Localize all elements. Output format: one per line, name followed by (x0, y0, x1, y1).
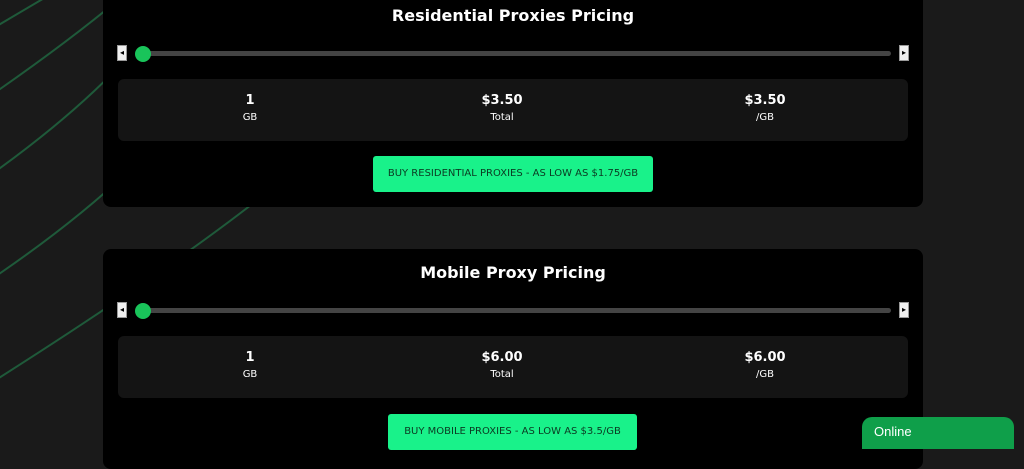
slider-decrement-arrow-icon[interactable]: ◂ (117, 45, 127, 61)
residential-price-summary: 1 GB $3.50 Total $3.50 /GB (118, 79, 908, 141)
residential-pricing-card: Residential Proxies Pricing ◂ ▸ 1 GB $3.… (103, 0, 923, 207)
stat-label: Total (490, 369, 514, 380)
buy-residential-proxies-button[interactable]: BUY RESIDENTIAL PROXIES - AS LOW AS $1.7… (373, 156, 653, 192)
stat-label: /GB (756, 369, 774, 380)
slider-thumb[interactable] (135, 46, 151, 62)
stat-value: 1 (245, 93, 255, 108)
slider-increment-arrow-icon[interactable]: ▸ (899, 302, 909, 318)
stat-per-gb: $6.00 /GB (695, 350, 835, 380)
stat-value: $6.00 (481, 350, 523, 365)
chat-widget-online[interactable]: Online (862, 417, 1014, 449)
stat-value: $3.50 (481, 93, 523, 108)
mobile-pricing-card: Mobile Proxy Pricing ◂ ▸ 1 GB $6.00 Tota… (103, 249, 923, 469)
residential-pricing-title: Residential Proxies Pricing (391, 6, 635, 25)
buy-mobile-proxies-button[interactable]: BUY MOBILE PROXIES - AS LOW AS $3.5/GB (388, 414, 637, 450)
residential-gb-slider[interactable]: ◂ ▸ (117, 45, 909, 63)
slider-thumb[interactable] (135, 303, 151, 319)
stat-quantity: 1 GB (180, 350, 320, 380)
slider-increment-arrow-icon[interactable]: ▸ (899, 45, 909, 61)
mobile-gb-slider[interactable]: ◂ ▸ (117, 302, 909, 320)
slider-track[interactable] (139, 308, 891, 313)
mobile-pricing-title: Mobile Proxy Pricing (420, 263, 606, 282)
slider-decrement-arrow-icon[interactable]: ◂ (117, 302, 127, 318)
stat-label: GB (242, 369, 258, 380)
slider-track[interactable] (139, 51, 891, 56)
stat-value: 1 (245, 350, 255, 365)
stat-label: /GB (756, 112, 774, 123)
stat-quantity: 1 GB (180, 93, 320, 123)
stat-per-gb: $3.50 /GB (695, 93, 835, 123)
stat-total: $3.50 Total (432, 93, 572, 123)
mobile-price-summary: 1 GB $6.00 Total $6.00 /GB (118, 336, 908, 398)
stat-value: $3.50 (744, 93, 786, 108)
stat-total: $6.00 Total (432, 350, 572, 380)
stat-value: $6.00 (744, 350, 786, 365)
stat-label: GB (242, 112, 258, 123)
stat-label: Total (490, 112, 514, 123)
